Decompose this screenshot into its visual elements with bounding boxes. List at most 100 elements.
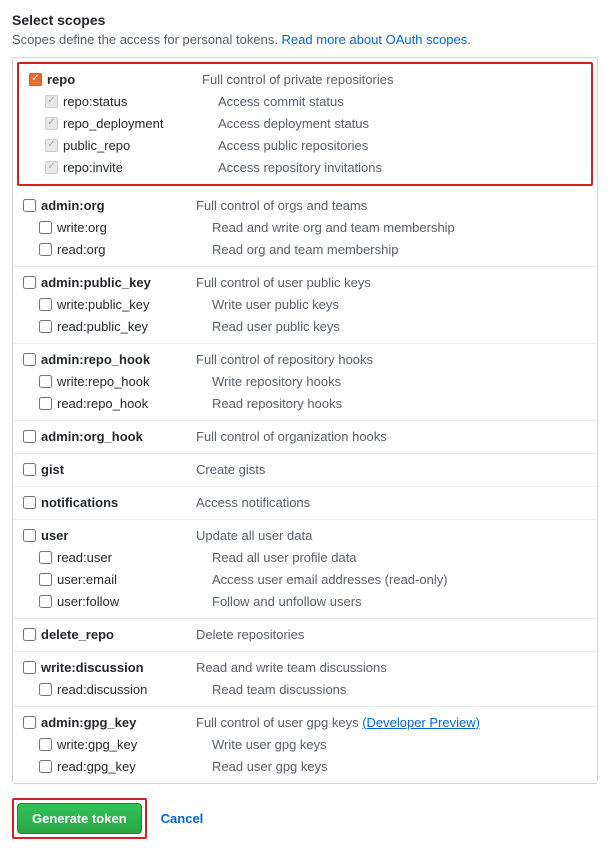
scope-group: admin:gpg_keyFull control of user gpg ke… — [13, 707, 597, 783]
scope-checkbox[interactable]: ✓ — [29, 73, 42, 86]
scope-name: notifications — [41, 495, 196, 510]
scope-checkbox[interactable] — [23, 661, 36, 674]
scope-desc: Follow and unfollow users — [212, 594, 587, 609]
generate-button-highlight: Generate token — [12, 798, 147, 839]
scope-checkbox[interactable] — [39, 298, 52, 311]
developer-preview-link[interactable]: (Developer Preview) — [362, 715, 480, 730]
scope-checkbox[interactable]: ✓ — [45, 161, 58, 174]
scope-checkbox[interactable] — [23, 716, 36, 729]
scope-desc: Full control of private repositories — [202, 72, 581, 87]
scope-group: admin:public_keyFull control of user pub… — [13, 267, 597, 344]
checkbox-wrap — [23, 463, 41, 476]
scope-desc: Read all user profile data — [212, 550, 587, 565]
scope-name: user:email — [57, 572, 212, 587]
checkbox-wrap — [23, 661, 41, 674]
scope-row: read:gpg_keyRead user gpg keys — [13, 755, 597, 777]
scope-row: ✓repo_deploymentAccess deployment status — [19, 112, 591, 134]
scope-name: read:repo_hook — [57, 396, 212, 411]
scope-row: write:repo_hookWrite repository hooks — [13, 370, 597, 392]
scope-name: repo — [47, 72, 202, 87]
scope-name: write:org — [57, 220, 212, 235]
scope-group: admin:org_hookFull control of organizati… — [13, 421, 597, 454]
scope-name: user:follow — [57, 594, 212, 609]
scope-name: read:user — [57, 550, 212, 565]
scope-checkbox[interactable] — [39, 221, 52, 234]
scope-checkbox[interactable]: ✓ — [45, 139, 58, 152]
checkbox-wrap — [23, 496, 41, 509]
scope-desc: Update all user data — [196, 528, 587, 543]
scope-row: write:public_keyWrite user public keys — [13, 293, 597, 315]
checkbox-wrap — [39, 320, 57, 333]
checkbox-wrap — [39, 595, 57, 608]
scope-row: ✓public_repoAccess public repositories — [19, 134, 591, 156]
generate-token-button[interactable]: Generate token — [17, 803, 142, 834]
scope-desc: Read user gpg keys — [212, 759, 587, 774]
scope-checkbox[interactable] — [23, 529, 36, 542]
scope-checkbox[interactable] — [39, 595, 52, 608]
scope-name: write:repo_hook — [57, 374, 212, 389]
scope-desc: Access public repositories — [218, 138, 581, 153]
page-title: Select scopes — [12, 12, 598, 28]
scope-name: repo:invite — [63, 160, 218, 175]
scope-desc: Read repository hooks — [212, 396, 587, 411]
scope-checkbox[interactable] — [23, 496, 36, 509]
scope-checkbox[interactable] — [39, 320, 52, 333]
scope-desc: Full control of repository hooks — [196, 352, 587, 367]
scope-name: admin:org_hook — [41, 429, 196, 444]
scope-checkbox[interactable] — [39, 573, 52, 586]
scope-checkbox[interactable] — [23, 353, 36, 366]
scope-checkbox[interactable] — [39, 738, 52, 751]
scope-checkbox[interactable]: ✓ — [45, 95, 58, 108]
scope-group: write:discussionRead and write team disc… — [13, 652, 597, 707]
checkbox-wrap — [39, 683, 57, 696]
scope-desc: Read and write org and team membership — [212, 220, 587, 235]
scope-row: userUpdate all user data — [13, 524, 597, 546]
scope-desc: Full control of user public keys — [196, 275, 587, 290]
scope-checkbox[interactable] — [23, 430, 36, 443]
scope-group: gistCreate gists — [13, 454, 597, 487]
scope-checkbox[interactable] — [39, 397, 52, 410]
checkbox-wrap — [23, 199, 41, 212]
scope-checkbox[interactable] — [23, 463, 36, 476]
scope-desc: Write repository hooks — [212, 374, 587, 389]
scope-name: gist — [41, 462, 196, 477]
scope-checkbox[interactable] — [39, 760, 52, 773]
scope-desc: Full control of user gpg keys (Developer… — [196, 715, 587, 730]
scopes-container: ✓ repoFull control of private repositorie… — [12, 57, 598, 784]
scope-checkbox[interactable]: ✓ — [45, 117, 58, 130]
scope-row: write:orgRead and write org and team mem… — [13, 216, 597, 238]
scope-checkbox[interactable] — [23, 276, 36, 289]
scope-name: read:gpg_key — [57, 759, 212, 774]
scope-name: admin:repo_hook — [41, 352, 196, 367]
subtitle-text: Scopes define the access for personal to… — [12, 32, 282, 47]
scope-row: ✓ repoFull control of private repositorie… — [19, 68, 591, 90]
scope-row: read:discussionRead team discussions — [13, 678, 597, 700]
scope-checkbox[interactable] — [39, 683, 52, 696]
scope-row: read:orgRead org and team membership — [13, 238, 597, 260]
scope-desc: Read org and team membership — [212, 242, 587, 257]
checkbox-wrap — [23, 529, 41, 542]
scope-checkbox[interactable] — [23, 199, 36, 212]
oauth-docs-link[interactable]: Read more about OAuth scopes. — [282, 32, 471, 47]
scope-checkbox[interactable] — [39, 551, 52, 564]
scope-row: admin:orgFull control of orgs and teams — [13, 194, 597, 216]
scope-checkbox[interactable] — [39, 243, 52, 256]
checkbox-wrap — [23, 276, 41, 289]
scope-row: user:emailAccess user email addresses (r… — [13, 568, 597, 590]
scope-name: admin:org — [41, 198, 196, 213]
scope-checkbox[interactable] — [23, 628, 36, 641]
scope-row: read:public_keyRead user public keys — [13, 315, 597, 337]
scope-desc: Access notifications — [196, 495, 587, 510]
scope-row: write:gpg_keyWrite user gpg keys — [13, 733, 597, 755]
scope-checkbox[interactable] — [39, 375, 52, 388]
scope-desc: Access deployment status — [218, 116, 581, 131]
scope-group: delete_repoDelete repositories — [13, 619, 597, 652]
cancel-button[interactable]: Cancel — [161, 811, 204, 826]
checkbox-wrap — [23, 716, 41, 729]
scope-desc: Delete repositories — [196, 627, 587, 642]
checkbox-wrap: ✓ — [45, 95, 63, 108]
scope-desc: Read and write team discussions — [196, 660, 587, 675]
checkbox-wrap — [23, 353, 41, 366]
checkbox-wrap: ✓ — [45, 161, 63, 174]
scope-desc: Access commit status — [218, 94, 581, 109]
